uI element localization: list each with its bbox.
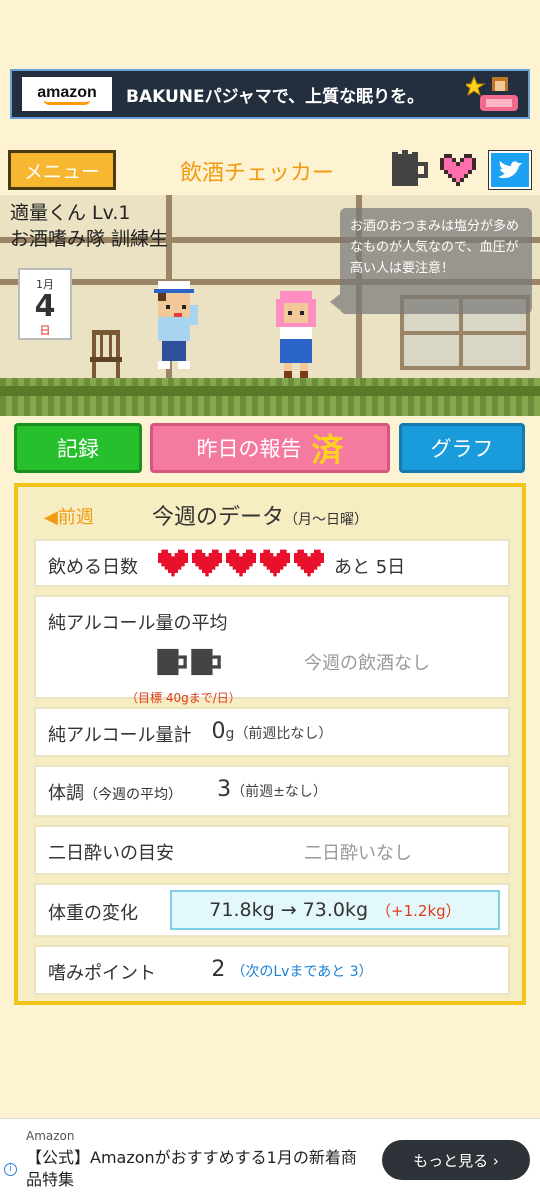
user-level: 適量くん Lv.1 <box>10 202 131 224</box>
top-ad-text: BAKUNEパジャマで、上質な眠りを。 <box>126 86 425 107</box>
heart-icon[interactable] <box>440 154 476 186</box>
target-note: （目標 40gまで/日） <box>126 691 241 705</box>
heart-icon <box>158 549 188 577</box>
hangover-value: 二日酔いなし <box>304 843 412 864</box>
points-number: 2 <box>211 957 226 982</box>
drinkable-days-label: 飲める日数 <box>48 557 138 578</box>
heart-icon <box>226 549 256 577</box>
avg-alcohol-status: 今週の飲酒なし <box>304 653 430 674</box>
condition-number: 3 <box>217 777 232 802</box>
heart-icon <box>294 549 324 577</box>
see-more-button[interactable]: もっと見る › <box>382 1140 530 1180</box>
avg-alcohol-row: 純アルコール量の平均 （目標 40gまで/日） 今週の飲酒なし <box>34 595 510 705</box>
tab-graph-label: グラフ <box>430 437 494 461</box>
weight-row: 体重の変化 71.8kg → 73.0kg （+1.2kg） <box>34 883 510 937</box>
next-level-note: （次のLvまであと 3） <box>231 964 373 980</box>
boy-character <box>154 281 198 369</box>
total-alcohol-number: 0 <box>211 719 226 744</box>
week-subtitle: （月〜日曜） <box>284 512 369 528</box>
tab-record[interactable]: 記録 <box>14 423 142 473</box>
week-title-text: 今週のデータ <box>152 505 285 530</box>
weekly-data-panel: ◀前週 今週のデータ（月〜日曜） 飲める日数 あと 5日 純アルコール量の平均 … <box>14 483 526 1005</box>
condition-row: 体調（今週の平均） 3（前週±なし） <box>34 765 510 817</box>
weight-change-box[interactable]: 71.8kg → 73.0kg （+1.2kg） <box>170 890 500 930</box>
hearts <box>158 549 324 577</box>
calendar: 1月 4 日 <box>18 268 72 340</box>
hangover-row: 二日酔いの目安 二日酔いなし <box>34 825 510 875</box>
done-mark: 済 <box>311 431 344 469</box>
ad-info-icon[interactable]: i <box>4 1163 17 1176</box>
user-rank: お酒嗜み隊 訓練生 <box>10 228 169 250</box>
chair <box>90 330 122 382</box>
tab-report-label: 昨日の報告 <box>196 437 302 461</box>
condition-value: 3（前週±なし） <box>132 777 412 802</box>
hangover-label: 二日酔いの目安 <box>48 843 174 864</box>
ad-title: 【公式】Amazonがおすすめする1月の新着商品特集 <box>26 1148 357 1189</box>
ad-sponsor: Amazon <box>26 1129 75 1143</box>
points-row: 嗜みポイント 2 （次のLvまであと 3） <box>34 945 510 995</box>
heart-icon <box>260 549 290 577</box>
amazon-logo-text: amazon <box>37 83 97 101</box>
sleeping-person-icon <box>466 75 518 111</box>
user-info: 適量くん Lv.1 お酒嗜み隊 訓練生 <box>10 200 168 252</box>
beer-mug-icon[interactable] <box>388 150 432 190</box>
heart-icon <box>192 549 222 577</box>
tab-yesterday-report[interactable]: 昨日の報告 済 <box>150 423 390 473</box>
grass-ground <box>0 378 540 416</box>
app-title: 飲酒チェッカー <box>180 161 335 186</box>
condition-label-text: 体調 <box>48 783 84 804</box>
avg-alcohol-label: 純アルコール量の平均 <box>48 613 228 634</box>
week-title: 今週のデータ（月〜日曜） <box>152 499 368 531</box>
calendar-weekday: 日 <box>39 324 51 337</box>
menu-button[interactable]: メニュー <box>8 150 116 190</box>
twitter-icon[interactable] <box>488 150 532 190</box>
weight-value: 71.8kg → 73.0kg <box>209 899 369 921</box>
top-ad-banner[interactable]: amazon BAKUNEパジャマで、上質な眠りを。 <box>10 69 530 119</box>
prev-week-button[interactable]: ◀前週 <box>44 503 94 529</box>
points-value: 2 （次のLvまであと 3） <box>132 957 452 982</box>
drinkable-days-row: 飲める日数 あと 5日 <box>34 539 510 587</box>
amazon-logo: amazon <box>22 77 112 111</box>
girl-character <box>276 291 316 379</box>
tip-speech-bubble: お酒のおつまみは塩分が多めなものが人気なので、血圧が高い人は要注意！ <box>330 208 532 314</box>
tab-record-label: 記録 <box>57 437 99 461</box>
remaining-days: あと 5日 <box>334 557 406 578</box>
total-alcohol-value: 0g（前週比なし） <box>132 719 412 744</box>
calendar-day: 4 <box>34 289 56 324</box>
beer-mug-icon <box>157 648 187 676</box>
bottom-ad-banner[interactable]: Amazon 【公式】Amazonがおすすめする1月の新着商品特集 もっと見る … <box>0 1118 540 1200</box>
condition-note: （前週±なし） <box>231 784 327 800</box>
weight-label: 体重の変化 <box>48 903 138 924</box>
total-alcohol-row: 純アルコール量計 0g（前週比なし） <box>34 707 510 757</box>
tab-graph[interactable]: グラフ <box>399 423 525 473</box>
beer-mug-icon <box>191 648 221 676</box>
weight-diff: （+1.2kg） <box>376 901 461 920</box>
total-alcohol-note: （前週比なし） <box>234 726 333 742</box>
